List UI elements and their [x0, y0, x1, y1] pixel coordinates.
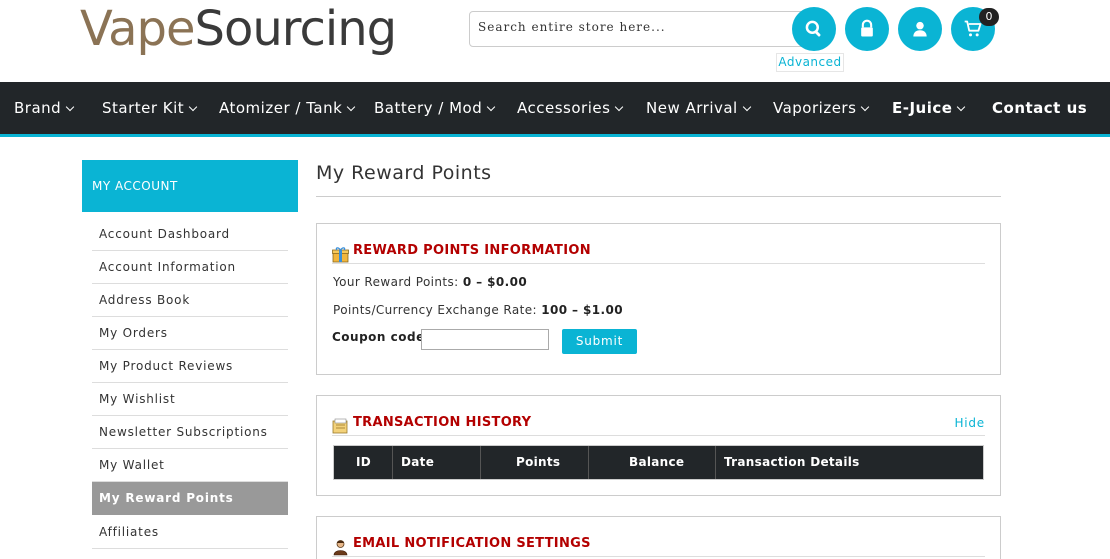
nav-item-label: New Arrival	[646, 99, 738, 117]
sidebar-item-my-wishlist[interactable]: My Wishlist	[92, 383, 288, 416]
sidebar-item-address-book[interactable]: Address Book	[92, 284, 288, 317]
transaction-table-header: ID Date Points Balance Transaction Detai…	[333, 445, 984, 480]
column-header-id[interactable]: ID	[334, 446, 393, 479]
reward-points-row: Your Reward Points: 0 – $0.00	[333, 275, 527, 289]
hide-link[interactable]: Hide	[954, 414, 985, 432]
nav-item-label: Accessories	[517, 99, 611, 117]
section-header: REWARD POINTS INFORMATION	[332, 238, 985, 264]
nav-item-e-juice[interactable]: E-Juice	[892, 82, 966, 134]
nav-item-label: Brand	[14, 99, 62, 117]
section-header: TRANSACTION HISTORY Hide	[332, 410, 985, 436]
coupon-code-label: Coupon code:	[332, 330, 431, 344]
section-header: EMAIL NOTIFICATION SETTINGS	[332, 531, 985, 557]
chevron-down-icon	[861, 102, 870, 112]
sidebar-item-account-dashboard[interactable]: Account Dashboard	[92, 218, 288, 251]
coupon-code-input[interactable]	[421, 329, 549, 350]
sidebar-item-newsletter-subscriptions[interactable]: Newsletter Subscriptions	[92, 416, 288, 449]
nav-item-atomizer-tank[interactable]: Atomizer / Tank	[219, 82, 356, 134]
nav-item-label: Contact us	[992, 99, 1088, 117]
cart-count-badge: 0	[979, 8, 999, 26]
sidebar-item-affiliates[interactable]: Affiliates	[92, 516, 288, 549]
sidebar-item-my-reward-points[interactable]: My Reward Points	[92, 482, 288, 515]
login-button[interactable]	[845, 7, 889, 51]
logo-part-vape: Vape	[80, 1, 196, 57]
nav-item-label: E-Juice	[892, 99, 953, 117]
search-button[interactable]	[792, 7, 836, 51]
chevron-down-icon	[347, 102, 356, 112]
page-title: My Reward Points	[316, 162, 492, 184]
advanced-search-link[interactable]: Advanced	[776, 53, 844, 72]
sidebar-title: MY ACCOUNT	[82, 160, 298, 212]
sidebar-item-my-orders[interactable]: My Orders	[92, 317, 288, 350]
person-icon	[333, 540, 348, 556]
submit-button[interactable]: Submit	[562, 329, 637, 354]
section-title: EMAIL NOTIFICATION SETTINGS	[353, 536, 591, 551]
sidebar-nav: Account Dashboard Account Information Ad…	[92, 218, 288, 549]
nav-item-label: Starter Kit	[102, 99, 185, 117]
column-header-date[interactable]: Date	[393, 446, 481, 479]
email-notification-panel: EMAIL NOTIFICATION SETTINGS	[316, 516, 1001, 559]
transaction-history-panel: TRANSACTION HISTORY Hide ID Date Points …	[316, 395, 1001, 496]
nav-item-accessories[interactable]: Accessories	[517, 82, 624, 134]
site-logo[interactable]: VapeSourcing	[80, 0, 398, 58]
section-title: REWARD POINTS INFORMATION	[353, 243, 591, 258]
sidebar-item-my-wallet[interactable]: My Wallet	[92, 449, 288, 482]
exchange-rate-row: Points/Currency Exchange Rate: 100 – $1.…	[333, 303, 623, 317]
reward-points-label: Your Reward Points:	[333, 275, 459, 289]
nav-item-label: Battery / Mod	[374, 99, 483, 117]
exchange-rate-value: 100 – $1.00	[541, 303, 623, 317]
column-header-balance[interactable]: Balance	[589, 446, 716, 479]
folder-icon	[332, 418, 348, 434]
chevron-down-icon	[65, 102, 75, 112]
chevron-down-icon	[487, 102, 496, 112]
main-nav: Brand Starter Kit Atomizer / Tank Batter…	[0, 82, 1110, 137]
search-icon	[805, 20, 821, 37]
search-box	[469, 11, 809, 47]
reward-points-value: 0 – $0.00	[462, 275, 528, 289]
chevron-down-icon	[615, 102, 624, 112]
sidebar-item-account-information[interactable]: Account Information	[92, 251, 288, 284]
title-divider	[316, 196, 1001, 197]
account-button[interactable]	[898, 7, 942, 51]
nav-item-vaporizers[interactable]: Vaporizers	[773, 82, 870, 134]
chevron-down-icon	[957, 102, 966, 112]
nav-item-contact-us[interactable]: Contact us	[992, 82, 1087, 134]
search-input[interactable]	[478, 20, 778, 34]
chevron-down-icon	[188, 102, 198, 112]
logo-part-sourcing: Sourcing	[194, 1, 398, 57]
exchange-rate-label: Points/Currency Exchange Rate:	[333, 303, 537, 317]
site-header: VapeSourcing 0 Advanced	[0, 0, 1110, 82]
nav-item-battery-mod[interactable]: Battery / Mod	[374, 82, 496, 134]
chevron-down-icon	[742, 102, 751, 112]
column-header-points[interactable]: Points	[481, 446, 589, 479]
nav-item-new-arrival[interactable]: New Arrival	[646, 82, 751, 134]
section-title: TRANSACTION HISTORY	[353, 415, 532, 430]
nav-item-brand[interactable]: Brand	[14, 82, 75, 134]
nav-item-starter-kit[interactable]: Starter Kit	[102, 82, 198, 134]
gift-icon	[332, 247, 349, 263]
sidebar-item-my-product-reviews[interactable]: My Product Reviews	[92, 350, 288, 383]
lock-icon	[861, 19, 873, 37]
reward-points-panel: REWARD POINTS INFORMATION Your Reward Po…	[316, 223, 1001, 375]
column-header-transaction-details[interactable]: Transaction Details	[716, 446, 983, 479]
nav-item-label: Atomizer / Tank	[219, 99, 343, 117]
user-icon	[913, 21, 927, 37]
nav-item-label: Vaporizers	[773, 99, 857, 117]
